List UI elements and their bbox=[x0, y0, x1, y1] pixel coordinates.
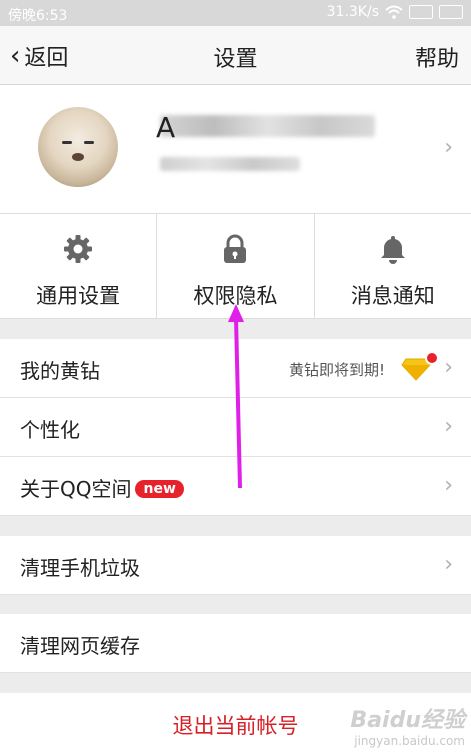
watermark: Baidu经验 jingyan.baidu.com bbox=[350, 702, 465, 748]
avatar-nose bbox=[72, 153, 84, 161]
settings-tabs: 通用设置 权限隐私 消息通知 bbox=[0, 214, 471, 319]
list-item-personalize[interactable]: 个性化 › bbox=[0, 398, 471, 457]
page-title: 设置 bbox=[213, 47, 258, 72]
network-speed: 31.3K/s bbox=[326, 4, 379, 20]
list-item-label: 清理网页缓存 bbox=[20, 634, 140, 658]
list-item-clean-junk[interactable]: 清理手机垃圾 › bbox=[0, 536, 471, 595]
list-item-clean-cache[interactable]: 清理网页缓存 bbox=[0, 614, 471, 673]
new-badge: new bbox=[135, 480, 184, 498]
list-item-about[interactable]: 关于QQ空间 new › bbox=[0, 457, 471, 516]
gear-icon bbox=[64, 235, 93, 263]
help-button[interactable]: 帮助 bbox=[415, 41, 459, 73]
tab-notifications[interactable]: 消息通知 bbox=[315, 214, 471, 318]
watermark-url: jingyan.baidu.com bbox=[354, 734, 465, 748]
tab-general-settings[interactable]: 通用设置 bbox=[0, 214, 158, 318]
wifi-icon bbox=[385, 5, 403, 19]
tab-privacy[interactable]: 权限隐私 bbox=[157, 214, 315, 318]
status-time: 傍晚6:53 bbox=[8, 8, 68, 24]
battery-icon bbox=[439, 5, 463, 19]
watermark-logo: Baidu经验 bbox=[350, 708, 465, 733]
profile-name-initial: A bbox=[156, 111, 176, 144]
profile-name-blurred bbox=[160, 115, 375, 137]
lock-icon bbox=[224, 234, 247, 263]
about-label: 关于QQ空间 bbox=[20, 477, 132, 501]
nav-bar: ‹ 返回 设置 帮助 bbox=[0, 26, 471, 85]
list-item-yellow-diamond[interactable]: 我的黄钻 黄钻即将到期! › bbox=[0, 339, 471, 398]
chevron-right-icon: › bbox=[444, 473, 453, 498]
profile-subtitle-blurred bbox=[160, 157, 300, 171]
chevron-right-icon: › bbox=[444, 414, 453, 439]
tab-label: 通用设置 bbox=[36, 284, 121, 308]
status-bar: 傍晚6:53 31.3K/s bbox=[0, 0, 471, 26]
chevron-right-icon: › bbox=[444, 355, 453, 380]
yellow-diamond-expiry-hint: 黄钻即将到期! bbox=[288, 361, 385, 379]
signal-icon bbox=[409, 5, 433, 19]
list-item-label: 个性化 bbox=[20, 418, 80, 442]
notification-dot bbox=[425, 351, 439, 365]
chevron-right-icon: › bbox=[444, 552, 453, 577]
avatar-eye bbox=[84, 141, 94, 144]
avatar bbox=[38, 107, 118, 187]
avatar-eye bbox=[62, 141, 72, 144]
list-item-label: 关于QQ空间 new bbox=[20, 473, 184, 502]
list-item-label: 我的黄钻 bbox=[20, 359, 100, 383]
bell-icon bbox=[380, 236, 405, 264]
tab-label: 消息通知 bbox=[350, 284, 435, 308]
list-item-label: 清理手机垃圾 bbox=[20, 556, 140, 580]
profile-card[interactable]: A › bbox=[0, 85, 471, 214]
tab-label: 权限隐私 bbox=[193, 284, 278, 308]
status-icons: 31.3K/s bbox=[327, 4, 463, 20]
chevron-right-icon: › bbox=[444, 135, 453, 160]
